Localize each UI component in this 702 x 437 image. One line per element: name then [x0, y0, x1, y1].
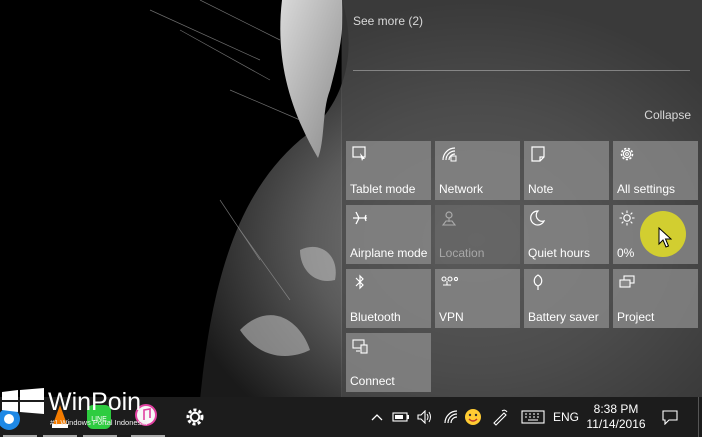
connect-icon [351, 337, 369, 355]
watermark-title: WinPoin [48, 388, 142, 416]
show-hidden-icons-chevron[interactable] [368, 397, 386, 437]
volume-icon[interactable] [414, 397, 436, 437]
watermark: WinPoin #1 Windows Portal Indonesia [0, 388, 170, 428]
divider [353, 70, 690, 71]
tile-location[interactable]: Location [435, 205, 520, 264]
tile-label: Airplane mode [350, 246, 428, 260]
clock-time: 8:38 PM [593, 402, 639, 416]
mouse-pointer-icon [658, 226, 673, 249]
tile-quiet-hours[interactable]: Quiet hours [524, 205, 609, 264]
show-desktop-button[interactable] [698, 397, 702, 437]
tile-battery-saver[interactable]: Battery saver [524, 269, 609, 328]
moon-icon [529, 209, 547, 227]
location-icon [440, 209, 458, 227]
tile-project[interactable]: Project [613, 269, 698, 328]
tablet-mode-icon [351, 145, 369, 163]
tile-label: Bluetooth [350, 310, 401, 324]
airplane-icon [351, 209, 369, 227]
tile-label: Tablet mode [350, 182, 416, 196]
tile-label: VPN [439, 310, 464, 324]
vpn-icon [440, 273, 458, 291]
tile-tablet-mode[interactable]: Tablet mode [346, 141, 431, 200]
emoji-app-icon[interactable] [462, 397, 484, 437]
winpoin-logo [0, 388, 46, 414]
brightness-icon [618, 209, 636, 227]
tile-label: Battery saver [528, 310, 599, 324]
tile-bluetooth[interactable]: Bluetooth [346, 269, 431, 328]
gear-icon [186, 408, 204, 426]
bluetooth-icon [351, 273, 369, 291]
tile-airplane-mode[interactable]: Airplane mode [346, 205, 431, 264]
see-more-link[interactable]: See more (2) [353, 14, 423, 28]
action-center-button[interactable] [652, 397, 688, 437]
tile-label: Connect [350, 374, 395, 388]
input-language-indicator[interactable]: ENG [550, 397, 582, 437]
tile-label: Location [439, 246, 485, 260]
collapse-link[interactable]: Collapse [644, 108, 691, 122]
gear-icon [618, 145, 636, 163]
tile-connect[interactable]: Connect [346, 333, 431, 392]
windows-ink-pen-icon[interactable] [488, 397, 512, 437]
tile-label: Network [439, 182, 484, 196]
touch-keyboard-icon[interactable] [518, 397, 548, 437]
tile-note[interactable]: Note [524, 141, 609, 200]
tile-network[interactable]: Network [435, 141, 520, 200]
wifi-icon[interactable] [440, 397, 462, 437]
clock[interactable]: 8:38 PM 11/14/2016 [584, 397, 648, 437]
tile-vpn[interactable]: VPN [435, 269, 520, 328]
tile-label: All settings [617, 182, 676, 196]
tile-all-settings[interactable]: All settings [613, 141, 698, 200]
project-icon [618, 273, 636, 291]
notification-icon [662, 410, 678, 425]
settings-app-button[interactable] [175, 397, 215, 437]
clock-date: 11/14/2016 [586, 417, 646, 431]
note-icon [529, 145, 547, 163]
battery-icon[interactable] [390, 397, 412, 437]
network-icon [440, 145, 458, 163]
tile-label: 0% [617, 246, 635, 260]
tile-label: Note [528, 182, 554, 196]
tile-label: Quiet hours [528, 246, 591, 260]
battery-saver-icon [529, 273, 547, 291]
watermark-subtitle: #1 Windows Portal Indonesia [50, 418, 148, 427]
tile-label: Project [617, 310, 655, 324]
